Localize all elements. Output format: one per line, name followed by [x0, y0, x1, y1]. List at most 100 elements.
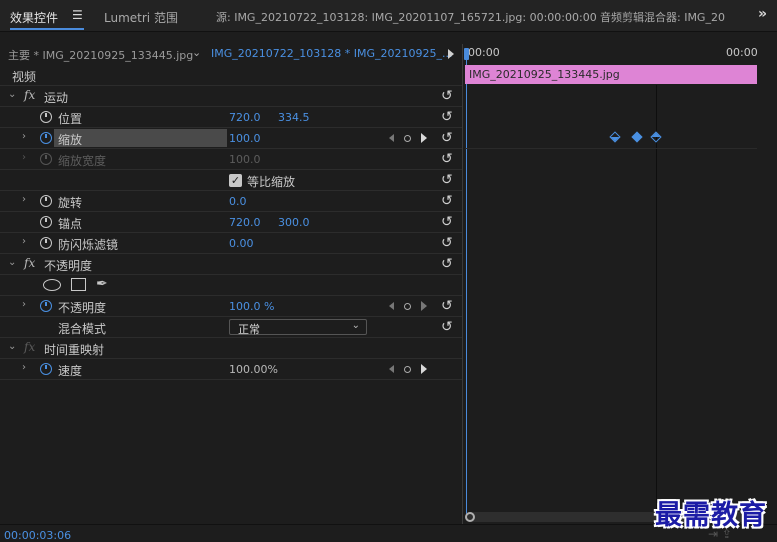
- stopwatch-icon[interactable]: [40, 216, 52, 228]
- previous-keyframe-icon[interactable]: [389, 302, 394, 310]
- clip-end-marker: [656, 85, 657, 519]
- show-timeline-toggle-icon[interactable]: [448, 49, 454, 59]
- effect-opacity-row: ⌄ fx 不透明度 ↺: [0, 254, 462, 275]
- chevron-down-icon: ⌄: [351, 320, 360, 331]
- stopwatch-icon[interactable]: [40, 195, 52, 207]
- ruler-end-label: 00:00: [726, 46, 758, 59]
- property-position-label: 位置: [58, 112, 83, 126]
- reset-icon[interactable]: ↺: [441, 151, 453, 167]
- ruler-start-label: 00:00: [468, 46, 500, 59]
- previous-keyframe-icon[interactable]: [389, 134, 394, 142]
- effect-opacity-title[interactable]: 不透明度: [44, 257, 92, 274]
- add-keyframe-icon[interactable]: [404, 135, 411, 142]
- blend-mode-select[interactable]: 正常 ⌄: [229, 319, 367, 336]
- twirl-closed-icon[interactable]: ›: [22, 131, 26, 142]
- effect-time-remap-title[interactable]: 时间重映射: [44, 341, 104, 358]
- reset-icon[interactable]: ↺: [441, 172, 453, 188]
- uniform-scale-checkbox[interactable]: ✓: [229, 174, 242, 187]
- stopwatch-icon[interactable]: [40, 237, 52, 249]
- property-uniform-scale-row: ✓ 等比缩放 ↺: [0, 170, 462, 191]
- reset-icon[interactable]: ↺: [441, 214, 453, 230]
- property-opacity-row: › 不透明度 100.0 % ↺: [0, 296, 462, 317]
- twirl-closed-icon[interactable]: ›: [22, 362, 26, 373]
- position-x-value[interactable]: 720.0: [229, 111, 261, 124]
- stopwatch-active-icon[interactable]: [40, 363, 52, 375]
- tab-source-monitor[interactable]: 源: IMG_20210722_103128: IMG_20201107_165…: [216, 9, 597, 25]
- keyframe-marker[interactable]: [650, 131, 662, 143]
- section-video-header: 视频: [0, 65, 462, 86]
- tab-audio-clip-mixer[interactable]: 音频剪辑混合器: IMG_20: [600, 9, 725, 25]
- next-keyframe-icon[interactable]: [421, 301, 427, 311]
- property-position-row: 位置 720.0 334.5 ↺: [0, 107, 462, 128]
- rotation-value[interactable]: 0.0: [229, 195, 247, 208]
- panel-tab-bar: 效果控件 ☰ Lumetri 范围 源: IMG_20210722_103128…: [0, 0, 777, 32]
- effect-motion-row: ⌄ fx 运动 ↺: [0, 86, 462, 107]
- twirl-open-icon[interactable]: ⌄: [8, 89, 16, 100]
- property-anchor-label: 锚点: [58, 217, 83, 231]
- fx-toggle-icon[interactable]: fx: [24, 256, 35, 270]
- reset-icon[interactable]: ↺: [441, 235, 453, 251]
- position-y-value[interactable]: 334.5: [278, 111, 310, 124]
- previous-keyframe-icon[interactable]: [389, 365, 394, 373]
- property-speed-row: › 速度 100.00%: [0, 359, 462, 380]
- add-keyframe-icon[interactable]: [404, 303, 411, 310]
- twirl-closed-icon[interactable]: ›: [22, 299, 26, 310]
- reset-icon[interactable]: ↺: [441, 298, 453, 314]
- property-blend-mode-label: 混合模式: [58, 322, 107, 336]
- current-timecode[interactable]: 00:00:03:06: [4, 529, 71, 542]
- speed-value[interactable]: 100.00%: [229, 363, 278, 376]
- anti-flicker-value[interactable]: 0.00: [229, 237, 254, 250]
- tab-effect-controls[interactable]: 效果控件: [10, 9, 58, 26]
- property-rotation-row: › 旋转 0.0 ↺: [0, 191, 462, 212]
- stopwatch-disabled-icon: [40, 153, 52, 165]
- twirl-closed-icon[interactable]: ›: [22, 194, 26, 205]
- stopwatch-active-icon[interactable]: [40, 300, 52, 312]
- rectangle-mask-icon[interactable]: [71, 278, 86, 291]
- reset-icon[interactable]: ↺: [441, 256, 453, 272]
- stopwatch-active-icon[interactable]: [40, 132, 52, 144]
- keyframe-navigator: [389, 364, 429, 376]
- scrollbar-handle[interactable]: [465, 512, 475, 522]
- timeline-clip[interactable]: IMG_20210925_133445.jpg: [465, 65, 757, 84]
- ellipse-mask-icon[interactable]: [43, 279, 61, 291]
- property-scale-row: › 缩放 100.0 ↺: [0, 128, 462, 149]
- reset-icon[interactable]: ↺: [441, 193, 453, 209]
- next-keyframe-icon[interactable]: [421, 133, 427, 143]
- effect-timeline[interactable]: 00:00 00:00 IMG_20210925_133445.jpg: [463, 44, 763, 524]
- twirl-closed-icon[interactable]: ›: [22, 236, 26, 247]
- hamburger-menu-icon[interactable]: ☰: [72, 8, 83, 22]
- reset-icon[interactable]: ↺: [441, 88, 453, 104]
- property-blend-mode-row: 混合模式 正常 ⌄ ↺: [0, 317, 462, 338]
- tab-lumetri-scopes[interactable]: Lumetri 范围: [104, 9, 178, 26]
- anchor-x-value[interactable]: 720.0: [229, 216, 261, 229]
- property-scale-width-row: › 缩放宽度 100.0 ↺: [0, 149, 462, 170]
- sequence-clip-label[interactable]: IMG_20210722_103128 * IMG_20210925_...: [211, 47, 452, 60]
- property-rotation-label: 旋转: [58, 196, 83, 210]
- scale-width-value: 100.0: [229, 153, 261, 166]
- property-anti-flicker-label: 防闪烁滤镜: [58, 238, 119, 252]
- active-tab-underline: [10, 28, 84, 30]
- reset-icon[interactable]: ↺: [441, 130, 453, 146]
- chevron-down-icon[interactable]: ⌄: [192, 46, 201, 59]
- panel-overflow-icon[interactable]: »: [758, 6, 767, 22]
- property-anchor-row: 锚点 720.0 300.0 ↺: [0, 212, 462, 233]
- reset-icon[interactable]: ↺: [441, 109, 453, 125]
- master-clip-label[interactable]: 主要 * IMG_20210925_133445.jpg: [8, 47, 193, 63]
- reset-icon[interactable]: ↺: [441, 319, 453, 335]
- fx-toggle-icon[interactable]: fx: [24, 88, 35, 102]
- scale-value[interactable]: 100.0: [229, 132, 261, 145]
- opacity-value[interactable]: 100.0 %: [229, 300, 274, 313]
- playhead-line: [466, 58, 467, 518]
- twirl-open-icon[interactable]: ⌄: [8, 341, 16, 352]
- keyframe-marker[interactable]: [609, 131, 621, 143]
- next-keyframe-icon[interactable]: [421, 364, 427, 374]
- stopwatch-icon[interactable]: [40, 111, 52, 123]
- effect-motion-title[interactable]: 运动: [44, 89, 68, 106]
- twirl-open-icon[interactable]: ⌄: [8, 257, 16, 268]
- keyframe-marker[interactable]: [631, 131, 643, 143]
- add-keyframe-icon[interactable]: [404, 366, 411, 373]
- timeline-clip-name: IMG_20210925_133445.jpg: [469, 68, 620, 81]
- keyframe-navigator: [389, 301, 429, 313]
- pen-mask-icon[interactable]: ✒: [96, 276, 108, 292]
- anchor-y-value[interactable]: 300.0: [278, 216, 310, 229]
